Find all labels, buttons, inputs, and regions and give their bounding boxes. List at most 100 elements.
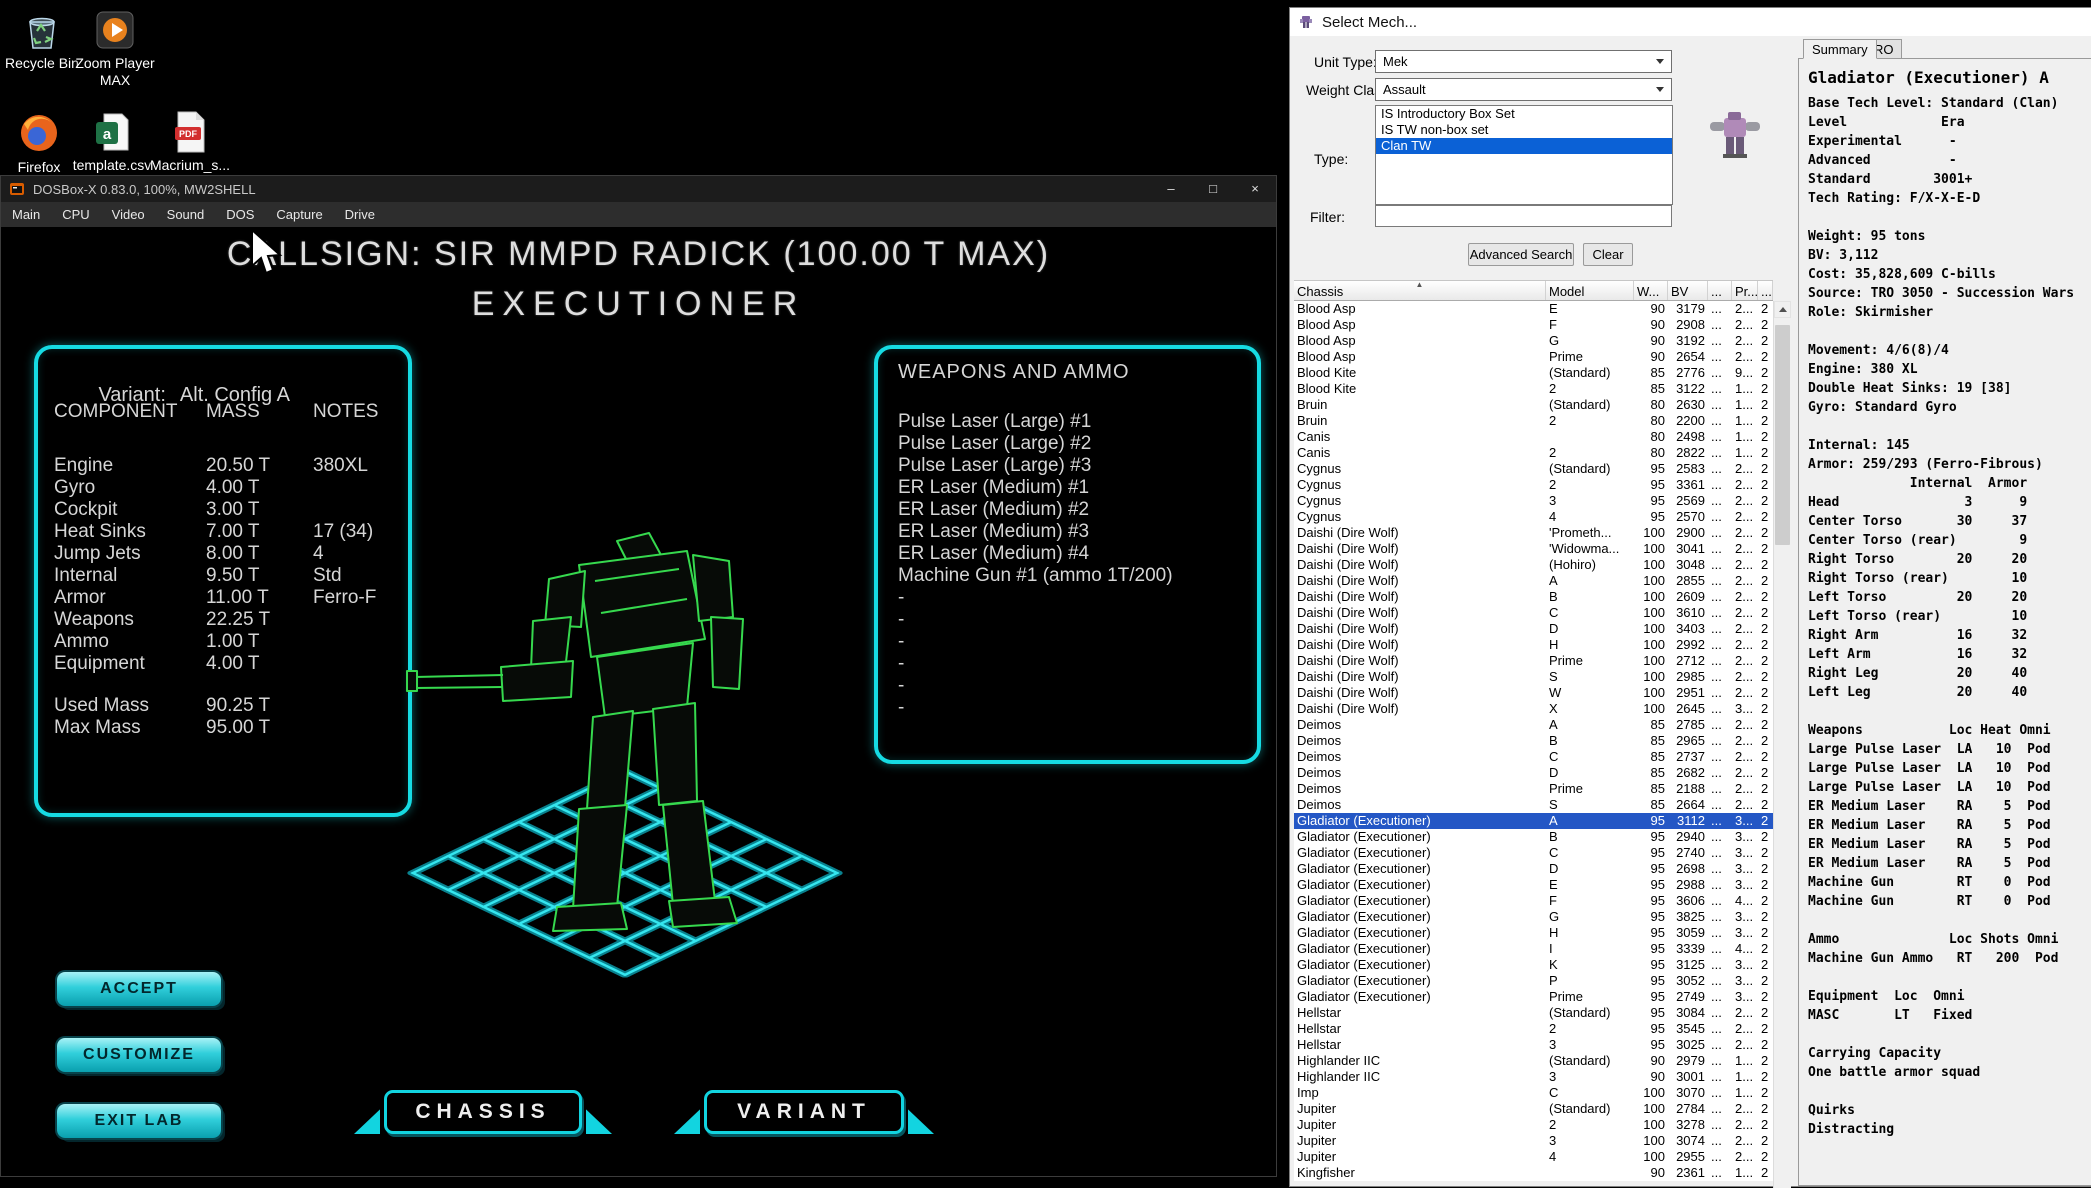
type-listbox[interactable]: IS Introductory Box SetIS TW non-box set… [1375,105,1673,205]
column-header-model[interactable]: Model [1546,281,1634,300]
mech-table-row[interactable]: Blood Asp G 90 3192 ... 2... 2 [1294,333,1773,349]
mech-table-row[interactable]: Gladiator (Executioner) H 95 3059 ... 3.… [1294,925,1773,941]
chassis-prev-arrow-icon[interactable] [354,1104,380,1134]
weight-class-select[interactable]: Assault [1375,78,1672,101]
chevron-down-icon[interactable] [1650,80,1670,99]
type-option[interactable]: IS Introductory Box Set [1376,106,1672,122]
menu-item[interactable]: Sound [156,207,216,222]
menu-item[interactable]: Drive [334,207,386,222]
mech-table-row[interactable]: Jupiter 3 100 3074 ... 2... 2 [1294,1133,1773,1149]
column-header-4[interactable]: ... [1708,281,1732,300]
mech-table-row[interactable]: Canis 80 2498 ... 1... 2 [1294,429,1773,445]
column-header-bv[interactable]: BV [1668,281,1708,300]
mech-table-row[interactable]: Jupiter 2 100 3278 ... 2... 2 [1294,1117,1773,1133]
desktop-icon-zoom-player[interactable]: Zoom Player MAX [65,8,165,89]
exit-lab-button[interactable]: EXIT LAB [57,1104,221,1138]
mech-table-row[interactable]: Daishi (Dire Wolf) (Hohiro) 100 3048 ...… [1294,557,1773,573]
mech-table-row[interactable]: Hellstar 3 95 3025 ... 2... 2 [1294,1037,1773,1053]
mech-table-row[interactable]: Gladiator (Executioner) A 95 3112 ... 3.… [1294,813,1773,829]
mech-table-row[interactable]: Highlander IIC 3 90 3001 ... 1... 2 [1294,1069,1773,1085]
scrollbar-thumb[interactable] [1775,325,1790,545]
type-option[interactable]: IS TW non-box set [1376,122,1672,138]
accept-button[interactable]: ACCEPT [57,972,221,1006]
mech-table-row[interactable]: Bruin (Standard) 80 2630 ... 1... 2 [1294,397,1773,413]
mech-table-row[interactable]: Gladiator (Executioner) I 95 3339 ... 4.… [1294,941,1773,957]
mech-table-row[interactable]: Daishi (Dire Wolf) Prime 100 2712 ... 2.… [1294,653,1773,669]
mech-table-row[interactable]: Gladiator (Executioner) K 95 3125 ... 3.… [1294,957,1773,973]
menu-item[interactable]: DOS [215,207,265,222]
mech-table-row[interactable]: Deimos A 85 2785 ... 2... 2 [1294,717,1773,733]
mech-table-row[interactable]: Blood Asp F 90 2908 ... 2... 2 [1294,317,1773,333]
column-header-6[interactable]: ... [1758,281,1773,300]
mech-table-row[interactable]: Daishi (Dire Wolf) S 100 2985 ... 2... 2 [1294,669,1773,685]
mech-table-row[interactable]: Gladiator (Executioner) P 95 3052 ... 3.… [1294,973,1773,989]
mech-table-row[interactable]: Deimos D 85 2682 ... 2... 2 [1294,765,1773,781]
mech-table-row[interactable]: Daishi (Dire Wolf) W 100 2951 ... 2... 2 [1294,685,1773,701]
table-scrollbar[interactable] [1773,301,1791,1188]
mech-table-row[interactable]: Bruin 2 80 2200 ... 1... 2 [1294,413,1773,429]
mech-table-row[interactable]: Daishi (Dire Wolf) H 100 2992 ... 2... 2 [1294,637,1773,653]
filter-input[interactable] [1375,205,1672,227]
menu-item[interactable]: CPU [51,207,100,222]
column-header-weight[interactable]: W... [1634,281,1668,300]
unit-type-select[interactable]: Mek [1375,50,1672,73]
mech-table-row[interactable]: Deimos B 85 2965 ... 2... 2 [1294,733,1773,749]
mech-table-row[interactable]: Cygnus 2 95 3361 ... 2... 2 [1294,477,1773,493]
variant-button[interactable]: VARIANT [674,1088,934,1134]
mech-table-row[interactable]: Daishi (Dire Wolf) 'Prometh... 100 2900 … [1294,525,1773,541]
column-header-chassis[interactable]: Chassis ▲ [1294,281,1546,300]
variant-next-arrow-icon[interactable] [908,1104,934,1134]
variant-prev-arrow-icon[interactable] [674,1104,700,1134]
minimize-button[interactable]: – [1150,176,1192,202]
mech-table-row[interactable]: Cygnus 4 95 2570 ... 2... 2 [1294,509,1773,525]
mech-table-row[interactable]: Daishi (Dire Wolf) B 100 2609 ... 2... 2 [1294,589,1773,605]
mech-table-row[interactable]: Gladiator (Executioner) D 95 2698 ... 3.… [1294,861,1773,877]
mech-table-row[interactable]: Gladiator (Executioner) F 95 3606 ... 4.… [1294,893,1773,909]
mech-table-row[interactable]: Deimos Prime 85 2188 ... 2... 2 [1294,781,1773,797]
mech-table-row[interactable]: Gladiator (Executioner) B 95 2940 ... 3.… [1294,829,1773,845]
maximize-button[interactable]: □ [1192,176,1234,202]
mech-table-row[interactable]: Hellstar 2 95 3545 ... 2... 2 [1294,1021,1773,1037]
mech-table-row[interactable]: Hellstar (Standard) 95 3084 ... 2... 2 [1294,1005,1773,1021]
mech-table-row[interactable]: Imp C 100 3070 ... 1... 2 [1294,1085,1773,1101]
mech-table-row[interactable]: Gladiator (Executioner) Prime 95 2749 ..… [1294,989,1773,1005]
mech-table-row[interactable]: Blood Asp E 90 3179 ... 2... 2 [1294,301,1773,317]
menu-item[interactable]: Capture [265,207,333,222]
mech-table-row[interactable]: Blood Kite 2 85 3122 ... 1... 2 [1294,381,1773,397]
mech-table-row[interactable]: Cygnus (Standard) 95 2583 ... 2... 2 [1294,461,1773,477]
mech-table-row[interactable]: Daishi (Dire Wolf) A 100 2855 ... 2... 2 [1294,573,1773,589]
mech-table-row[interactable]: Highlander IIC (Standard) 90 2979 ... 1.… [1294,1053,1773,1069]
select-mech-titlebar[interactable]: Select Mech... [1290,8,2091,36]
mech-table-row[interactable]: Canis 2 80 2822 ... 1... 2 [1294,445,1773,461]
mech-table-row[interactable]: Daishi (Dire Wolf) 'Widowma... 100 3041 … [1294,541,1773,557]
mech-table-header[interactable]: Chassis ▲ Model W... BV ... Pr... ... [1294,280,1773,301]
mech-table-row[interactable]: Daishi (Dire Wolf) D 100 3403 ... 2... 2 [1294,621,1773,637]
chassis-button[interactable]: CHASSIS [354,1088,612,1134]
dosbox-titlebar[interactable]: DOSBox-X 0.83.0, 100%, MW2SHELL – □ × [1,176,1276,202]
customize-button[interactable]: CUSTOMIZE [57,1038,221,1072]
menu-item[interactable]: Main [1,207,51,222]
mech-table-row[interactable]: Jupiter 4 100 2955 ... 2... 2 [1294,1149,1773,1165]
mech-table-row[interactable]: Gladiator (Executioner) G 95 3825 ... 3.… [1294,909,1773,925]
desktop-icon-macrium-pdf[interactable]: PDF Macrium_s... [140,110,240,174]
mech-table-row[interactable]: Blood Kite (Standard) 85 2776 ... 9... 2 [1294,365,1773,381]
type-option[interactable]: Clan TW [1376,138,1672,154]
mech-table-row[interactable]: Deimos S 85 2664 ... 2... 2 [1294,797,1773,813]
scroll-up-button[interactable] [1774,301,1791,318]
mech-table-row[interactable]: Daishi (Dire Wolf) C 100 3610 ... 2... 2 [1294,605,1773,621]
advanced-search-button[interactable]: Advanced Search [1468,243,1574,266]
chassis-next-arrow-icon[interactable] [586,1104,612,1134]
mech-table-row[interactable]: Gladiator (Executioner) C 95 2740 ... 3.… [1294,845,1773,861]
chevron-down-icon[interactable] [1650,52,1670,71]
mech-table-row[interactable]: Cygnus 3 95 2569 ... 2... 2 [1294,493,1773,509]
menu-item[interactable]: Video [101,207,156,222]
mech-table-row[interactable]: Deimos C 85 2737 ... 2... 2 [1294,749,1773,765]
mech-table-row[interactable]: Blood Asp Prime 90 2654 ... 2... 2 [1294,349,1773,365]
tab-summary[interactable]: Summary [1803,39,1877,59]
column-header-price[interactable]: Pr... [1732,281,1758,300]
mech-table-row[interactable]: Gladiator (Executioner) E 95 2988 ... 3.… [1294,877,1773,893]
clear-button[interactable]: Clear [1583,243,1633,266]
mech-table-row[interactable]: Daishi (Dire Wolf) X 100 2645 ... 3... 2 [1294,701,1773,717]
mech-table-row[interactable]: Jupiter (Standard) 100 2784 ... 2... 2 [1294,1101,1773,1117]
close-button[interactable]: × [1234,176,1276,202]
